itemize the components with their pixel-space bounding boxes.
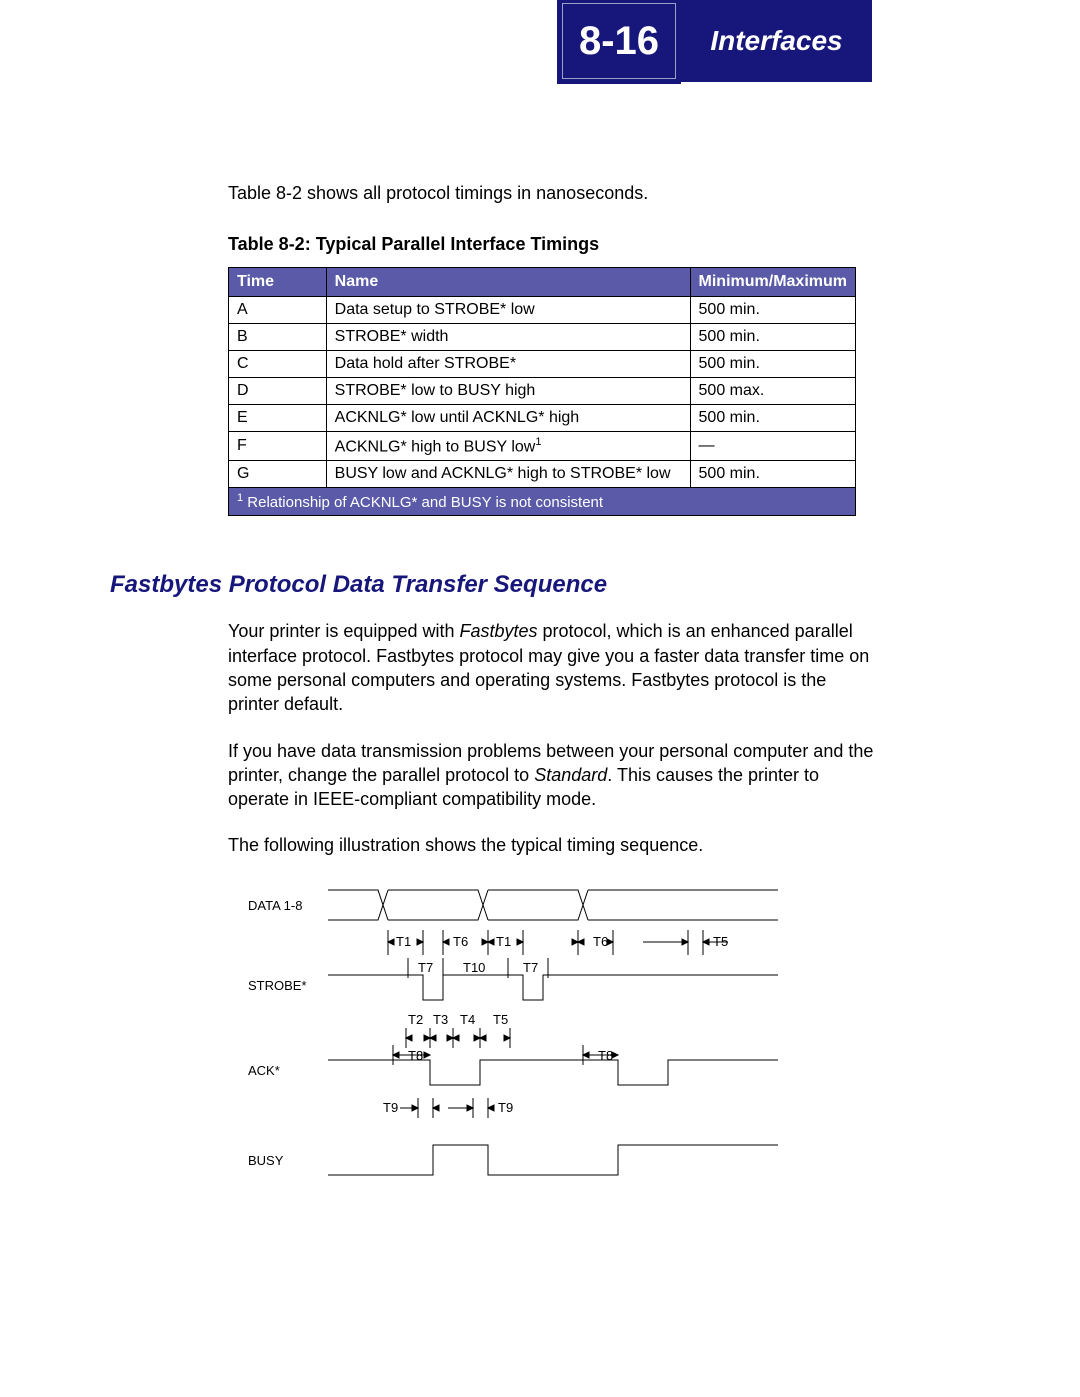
body-paragraph-1: Your printer is equipped with Fastbytes … [228,619,875,716]
timing-label: T2 [408,1012,423,1027]
body-paragraph-2: If you have data transmission problems b… [228,739,875,812]
body-paragraph-3: The following illustration shows the typ… [228,833,875,857]
cell-minmax: 500 min. [690,297,855,324]
timing-label: T6 [593,934,608,949]
table-row: F ACKNLG* high to BUSY low1 — [229,432,856,461]
cell-minmax: 500 min. [690,324,855,351]
cell-minmax: 500 min. [690,351,855,378]
intro-paragraph: Table 8-2 shows all protocol timings in … [228,183,875,204]
table-caption: Table 8-2: Typical Parallel Interface Ti… [228,234,875,255]
cell-name: Data setup to STROBE* low [326,297,690,324]
cell-minmax: 500 max. [690,378,855,405]
cell-name: STROBE* low to BUSY high [326,378,690,405]
timing-label: T1 [396,934,411,949]
timing-label: T7 [418,960,433,975]
table-footnote: 1 Relationship of ACKNLG* and BUSY is no… [229,488,856,516]
page-number-text: 8-16 [579,19,659,64]
table-row: C Data hold after STROBE* 500 min. [229,351,856,378]
timing-label: T4 [460,1012,475,1027]
cell-minmax: 500 min. [690,405,855,432]
table-footnote-row: 1 Relationship of ACKNLG* and BUSY is no… [229,488,856,516]
timings-table: Time Name Minimum/Maximum A Data setup t… [228,267,856,516]
cell-minmax: 500 min. [690,461,855,488]
table-row: E ACKNLG* low until ACKNLG* high 500 min… [229,405,856,432]
section-heading: Fastbytes Protocol Data Transfer Sequenc… [110,571,875,599]
timing-label: T6 [453,934,468,949]
cell-minmax: — [690,432,855,461]
signal-label-ack: ACK* [248,1063,280,1078]
table-row: B STROBE* width 500 min. [229,324,856,351]
timing-label: T1 [496,934,511,949]
chapter-title: Interfaces [681,25,872,57]
cell-name: ACKNLG* low until ACKNLG* high [326,405,690,432]
cell-time: G [229,461,327,488]
table-row: G BUSY low and ACKNLG* high to STROBE* l… [229,461,856,488]
timing-label: T7 [523,960,538,975]
timing-diagram-svg: DATA 1-8 T1 T6 T1 T6 T5 [248,880,778,1210]
signal-label-strobe: STROBE* [248,978,307,993]
cell-time: E [229,405,327,432]
col-minmax: Minimum/Maximum [690,268,855,297]
cell-time: F [229,432,327,461]
timing-label: T5 [493,1012,508,1027]
cell-name: BUSY low and ACKNLG* high to STROBE* low [326,461,690,488]
cell-time: B [229,324,327,351]
table-row: D STROBE* low to BUSY high 500 max. [229,378,856,405]
cell-time: C [229,351,327,378]
timing-label: T9 [383,1100,398,1115]
table-row: A Data setup to STROBE* low 500 min. [229,297,856,324]
table-header-row: Time Name Minimum/Maximum [229,268,856,297]
signal-label-busy: BUSY [248,1153,284,1168]
timing-diagram: DATA 1-8 T1 T6 T1 T6 T5 [248,880,875,1215]
cell-name: Data hold after STROBE* [326,351,690,378]
timing-label: T10 [463,960,485,975]
page-header: 8-16 Interfaces [557,0,872,82]
timing-label: T3 [433,1012,448,1027]
page-number: 8-16 [557,0,681,84]
signal-label-data: DATA 1-8 [248,898,302,913]
cell-name: ACKNLG* high to BUSY low1 [326,432,690,461]
cell-time: A [229,297,327,324]
col-name: Name [326,268,690,297]
timing-label: T9 [498,1100,513,1115]
col-time: Time [229,268,327,297]
cell-time: D [229,378,327,405]
cell-name: STROBE* width [326,324,690,351]
